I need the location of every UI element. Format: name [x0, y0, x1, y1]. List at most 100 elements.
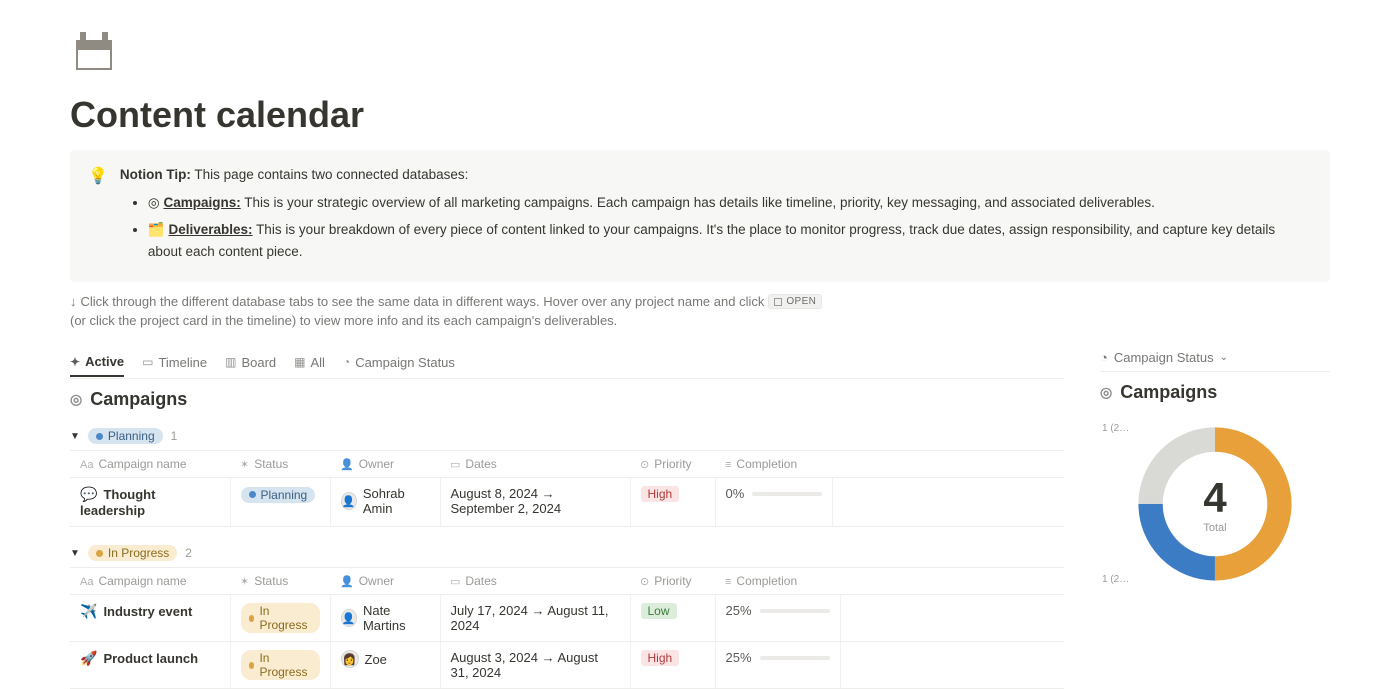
- cell-owner[interactable]: 👤Sohrab Amin: [330, 478, 440, 527]
- text-icon: Aa: [80, 576, 93, 588]
- chevron-down-icon: ⌄: [1220, 352, 1228, 363]
- table-row[interactable]: 💬Thought leadership Planning 👤Sohrab AminA…: [70, 478, 1064, 527]
- donut-total: 4: [1203, 474, 1226, 522]
- cell-owner[interactable]: 👩Zoe: [330, 642, 440, 689]
- cell-name[interactable]: 🚀Product launch: [70, 642, 230, 689]
- cell-empty: [833, 478, 1064, 527]
- calendar-icon: ▭: [450, 576, 460, 588]
- cell-dates[interactable]: August 8, 2024 → September 2, 2024: [440, 478, 630, 527]
- col-header-status[interactable]: ✶Status: [230, 451, 330, 478]
- col-header-dates[interactable]: ▭Dates: [440, 568, 630, 595]
- col-header-dates[interactable]: ▭Dates: [440, 451, 630, 478]
- page-title: Content calendar: [70, 94, 1330, 136]
- priority-tag: High: [641, 486, 680, 502]
- row-name-text: Industry event: [103, 604, 192, 619]
- col-header-empty: [840, 568, 1064, 595]
- status-dot-icon: [249, 491, 256, 498]
- db-title[interactable]: ◎ Campaigns: [70, 389, 1064, 410]
- tab-timeline[interactable]: ▭ Timeline: [142, 351, 207, 376]
- group-count: 2: [185, 546, 192, 560]
- row-emoji-icon: 💬: [80, 486, 97, 502]
- priority-tag: High: [641, 650, 680, 666]
- status-icon: ✶: [240, 459, 249, 471]
- right-db-title[interactable]: ◎ Campaigns: [1100, 382, 1330, 403]
- package-icon: 🗂️: [148, 222, 165, 237]
- table-icon: ▦: [294, 355, 305, 369]
- campaigns-table-inprogress: AaCampaign name✶Status👤Owner▭Dates⊙Prior…: [70, 567, 1064, 689]
- col-header-owner[interactable]: 👤Owner: [330, 451, 440, 478]
- group-header-inprogress[interactable]: ▼In Progress2: [70, 545, 1064, 561]
- cell-completion[interactable]: 0%: [715, 478, 833, 527]
- col-header-priority[interactable]: ⊙Priority: [630, 451, 715, 478]
- table-row[interactable]: ✈️Industry event In Progress 👤Nate Martins…: [70, 595, 1064, 642]
- lightbulb-icon: 💡: [88, 164, 108, 268]
- cell-dates[interactable]: July 17, 2024 → August 11, 2024: [440, 595, 630, 642]
- view-tabs: ✦ Active ▭ Timeline ▥ Board ▦ All ◔ Ca: [70, 350, 1064, 379]
- col-header-priority[interactable]: ⊙Priority: [630, 568, 715, 595]
- donut-total-label: Total: [1203, 522, 1226, 534]
- col-header-empty: [833, 451, 1064, 478]
- calendar-icon: ▭: [450, 459, 460, 471]
- progress-icon: ≡: [725, 576, 731, 588]
- down-arrow-icon: ↓: [70, 294, 77, 309]
- progress-bar: [760, 609, 830, 613]
- text-icon: Aa: [80, 459, 93, 471]
- tab-campaign-status[interactable]: ◔ Campaign Status: [343, 351, 455, 376]
- status-dot-icon: [96, 550, 103, 557]
- col-header-status[interactable]: ✶Status: [230, 568, 330, 595]
- donut-label-bottom: 1 (2…: [1102, 574, 1129, 585]
- cell-priority[interactable]: Low: [630, 595, 715, 642]
- status-icon: ✶: [240, 576, 249, 588]
- cell-owner[interactable]: 👤Nate Martins: [330, 595, 440, 642]
- table-row[interactable]: 🚀Product launchIn Progress👩ZoeAugust 3, …: [70, 642, 1064, 689]
- group-status-pill: In Progress: [88, 545, 177, 561]
- avatar: 👤: [341, 492, 357, 510]
- cell-status[interactable]: In Progress: [230, 595, 330, 642]
- target-icon: ◎: [1100, 384, 1112, 401]
- group-label: Planning: [108, 429, 155, 443]
- piechart-icon: ◔: [1100, 350, 1108, 365]
- status-dot-icon: [96, 433, 103, 440]
- cell-name[interactable]: ✈️Industry event: [70, 595, 230, 642]
- completion-text: 25%: [726, 603, 752, 618]
- select-icon: ⊙: [640, 576, 649, 588]
- col-header-owner[interactable]: 👤Owner: [330, 568, 440, 595]
- completion-text: 25%: [726, 650, 752, 665]
- cell-priority[interactable]: High: [630, 478, 715, 527]
- caret-down-icon: ▼: [70, 431, 80, 442]
- hint-line: ↓ Click through the different database t…: [70, 294, 1330, 328]
- owner-name: Zoe: [365, 652, 387, 667]
- col-header-name[interactable]: AaCampaign name: [70, 568, 230, 595]
- board-icon: ▥: [225, 355, 236, 369]
- tip-prefix: Notion Tip:: [120, 167, 191, 182]
- piechart-icon: ◔: [343, 355, 350, 369]
- cell-name[interactable]: 💬Thought leadership: [70, 478, 230, 527]
- tip-item-campaigns: ◎ Campaigns: This is your strategic over…: [148, 192, 1312, 214]
- status-donut-chart: 4 Total 1 (2… 1 (2…: [1130, 419, 1300, 589]
- row-emoji-icon: 🚀: [80, 650, 97, 666]
- tab-active[interactable]: ✦ Active: [70, 350, 124, 377]
- cell-status[interactable]: In Progress: [230, 642, 330, 689]
- status-pill: Planning: [241, 487, 316, 503]
- cell-completion[interactable]: 25%: [715, 642, 840, 689]
- cell-priority[interactable]: High: [630, 642, 715, 689]
- cell-status[interactable]: Planning: [230, 478, 330, 527]
- person-icon: 👤: [340, 459, 354, 471]
- tab-all[interactable]: ▦ All: [294, 351, 325, 376]
- status-pill: In Progress: [241, 603, 320, 633]
- col-header-name[interactable]: AaCampaign name: [70, 451, 230, 478]
- progress-icon: ≡: [725, 459, 731, 471]
- cell-dates[interactable]: August 3, 2024 → August 31, 2024: [440, 642, 630, 689]
- col-header-completion[interactable]: ≡Completion: [715, 451, 833, 478]
- page-icon: [70, 28, 118, 76]
- priority-tag: Low: [641, 603, 677, 619]
- progress-bar: [752, 492, 822, 496]
- timeline-icon: ▭: [142, 355, 153, 369]
- open-chip[interactable]: OPEN: [768, 294, 822, 309]
- group-header-planning[interactable]: ▼Planning1: [70, 428, 1064, 444]
- right-view-tab[interactable]: ◔ Campaign Status ⌄: [1100, 350, 1330, 372]
- target-icon: ◎: [148, 195, 160, 210]
- cell-completion[interactable]: 25%: [715, 595, 840, 642]
- tab-board[interactable]: ▥ Board: [225, 351, 276, 376]
- col-header-completion[interactable]: ≡Completion: [715, 568, 840, 595]
